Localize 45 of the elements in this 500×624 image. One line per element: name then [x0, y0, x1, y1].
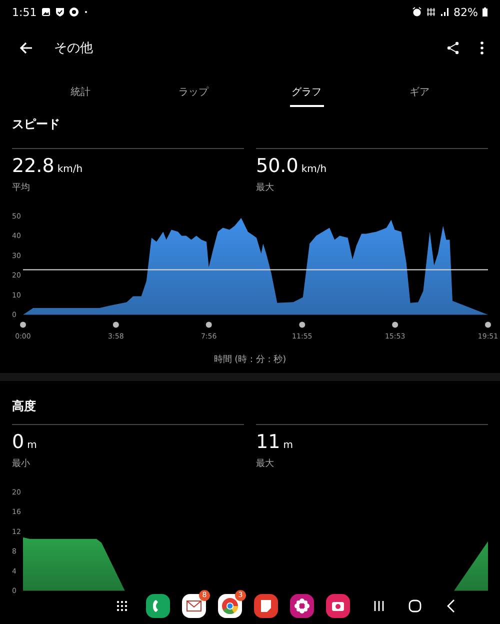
back-icon[interactable]: [18, 40, 34, 56]
section-title: スピード: [11, 116, 61, 133]
stat-label: 最小: [12, 458, 31, 471]
alarm-icon: [412, 7, 422, 17]
stat-unit: m: [27, 440, 37, 451]
stat-value: 11: [256, 431, 280, 453]
stat-unit: km/h: [301, 164, 327, 175]
tab[interactable]: ギア: [408, 77, 432, 107]
home-icon[interactable]: [408, 599, 422, 613]
stat-label: 最大: [256, 458, 275, 471]
tick-dot: [206, 322, 212, 328]
stat-label: 平均: [12, 182, 31, 195]
image-icon: [40, 7, 51, 17]
screen-title: その他: [54, 40, 94, 57]
tab[interactable]: グラフ: [290, 77, 324, 107]
apps-icon[interactable]: [115, 599, 129, 613]
stat-label: 最大: [256, 182, 275, 195]
battery-text: 82%: [454, 6, 478, 18]
tab[interactable]: ラップ: [176, 77, 210, 107]
data-icon: [426, 7, 436, 17]
note-icon[interactable]: [254, 594, 278, 618]
tick-dot: [112, 322, 119, 328]
signal-icon: [440, 7, 450, 17]
shield-icon: [54, 7, 65, 17]
more-icon[interactable]: [480, 41, 484, 55]
tick-dot: [20, 322, 26, 328]
recents-icon[interactable]: [372, 599, 386, 613]
section-title: 高度: [11, 398, 37, 415]
tick-dot: [299, 322, 306, 328]
stat-unit: m: [283, 440, 293, 451]
stat-value: 50.0: [256, 155, 298, 177]
phone-icon[interactable]: [146, 594, 170, 618]
clock-text: 1:51: [12, 6, 37, 18]
tick-dot: [392, 322, 398, 328]
camera-icon[interactable]: [326, 594, 350, 618]
stat-value: 22.8: [12, 155, 54, 177]
share-icon[interactable]: [446, 41, 460, 55]
stat-unit: km/h: [57, 164, 83, 175]
tab[interactable]: 統計: [68, 77, 92, 107]
stat-value: 0: [12, 431, 24, 453]
battery-icon: [482, 7, 488, 17]
tick-dot: [485, 322, 491, 328]
axis-title: 時間 (時 : 分 : 秒): [212, 354, 288, 367]
circle-icon: [68, 7, 79, 17]
flower-icon[interactable]: [290, 594, 314, 618]
